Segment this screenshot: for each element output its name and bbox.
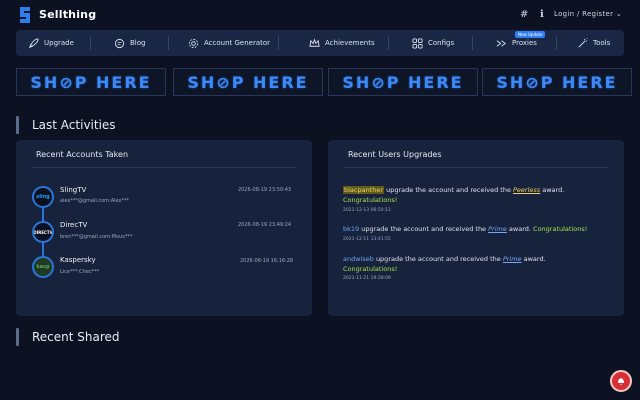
section-title-recent-shared: Recent Shared (32, 330, 120, 344)
slingtv-logo: sling (32, 186, 54, 208)
nav-separator (168, 36, 169, 50)
nav-separator (388, 36, 389, 50)
account-credentials[interactable]: Lice***:Chec*** (60, 269, 99, 275)
section-marker (16, 116, 19, 134)
slingtv-logo-text: sling (36, 194, 50, 200)
shop-here-banner[interactable]: SH⊘P HERE (173, 68, 323, 96)
cog-icon (188, 38, 199, 48)
brand-name[interactable]: Sellthing (39, 8, 96, 21)
account-timestamp: 2026-08-19 23:50:43 (238, 187, 292, 193)
nav-item-label: Configs (428, 39, 455, 47)
kaspersky-logo: kasp (32, 256, 54, 278)
account-name: DirecTV (60, 221, 88, 229)
upgrade-timestamp: 2021-12-13 06:50:13 (343, 208, 391, 213)
upgrade-text: upgrade the account and received the (384, 186, 514, 194)
card-divider (344, 167, 608, 168)
nav-item-upgrade[interactable]: Upgrade (28, 30, 74, 56)
username-link[interactable]: bk19 (343, 225, 359, 233)
username-link[interactable]: blacpanther (343, 186, 385, 194)
nav-separator (472, 36, 473, 50)
top-bar: Sellthing # ℹ Login / Register ⌄ (0, 0, 640, 30)
card-title: Recent Accounts Taken (36, 150, 129, 159)
award-link[interactable]: Peerless (513, 186, 540, 194)
upgrade-text: upgrade the account and received the (373, 255, 503, 263)
new-update-badge: New Update (515, 31, 546, 38)
upgrade-text: upgrade the account and received the (359, 225, 489, 233)
directv-logo: DIRECTV (32, 221, 54, 243)
upgrade-timestamp: 2021-12-11 13:41:55 (343, 237, 391, 242)
proxies-icon (496, 39, 506, 47)
kaspersky-logo-text: kasp (36, 264, 50, 270)
nav-item-label: Achievements (325, 39, 375, 47)
directv-logo-text: DIRECTV (33, 229, 53, 235)
award-suffix: award. (506, 225, 534, 233)
nav-item-account-generator[interactable]: Account Generator (188, 30, 270, 56)
banner-text: SH⊘P HERE (30, 72, 152, 92)
login-register-link[interactable]: Login / Register ⌄ (554, 10, 622, 18)
brand-logo-icon[interactable] (19, 7, 31, 23)
info-icon[interactable]: ℹ (540, 9, 544, 20)
nav-item-label: Upgrade (44, 39, 74, 47)
shop-here-banner[interactable]: SH⊘P HERE (16, 68, 166, 96)
account-name: Kaspersky (60, 256, 96, 264)
bell-icon (618, 378, 624, 385)
upgrade-entry: andwiseb upgrade the account and receive… (343, 254, 613, 274)
shop-here-banner[interactable]: SH⊘P HERE (482, 68, 632, 96)
nav-separator (90, 36, 91, 50)
nav-item-configs[interactable]: Configs (412, 30, 454, 56)
upgrade-entry: bk19 upgrade the account and received th… (343, 224, 613, 234)
username-link[interactable]: andwiseb (343, 255, 374, 263)
nav-separator (278, 36, 279, 50)
account-timestamp: 2026-08-19 23:49:24 (238, 222, 292, 228)
banner-text: SH⊘P HERE (496, 72, 618, 92)
crown-icon (309, 38, 320, 47)
award-suffix: award. (540, 186, 565, 194)
card-title: Recent Users Upgrades (348, 150, 442, 159)
nav-item-label: Proxies (512, 39, 537, 47)
account-credentials[interactable]: bren***@gmail.com:Mous*** (60, 234, 132, 240)
nav-item-label: Account Generator (204, 39, 271, 47)
section-title-last-activities: Last Activities (32, 118, 116, 132)
blog-icon (114, 38, 125, 48)
nav-item-tools[interactable]: Tools (577, 30, 610, 56)
nav-item-blog[interactable]: Blog (114, 30, 145, 56)
banner-text: SH⊘P HERE (342, 72, 464, 92)
nav-item-achievements[interactable]: Achievements (309, 30, 375, 56)
chat-button[interactable] (610, 370, 632, 392)
shop-here-banner[interactable]: SH⊘P HERE (328, 68, 478, 96)
section-marker (16, 328, 19, 346)
banner-row: SH⊘P HERE SH⊘P HERE SH⊘P HERE SH⊘P HERE (16, 68, 632, 98)
card-divider (32, 167, 296, 168)
congrats-text: Congratulations! (533, 225, 588, 233)
upgrade-entry: blacpanther upgrade the account and rece… (343, 185, 613, 205)
nav-item-label: Blog (130, 39, 146, 47)
account-timestamp: 2026-08-19 16:16:28 (240, 258, 294, 264)
award-suffix: award. (521, 255, 546, 263)
upgrade-timestamp: 2021-11-21 19:28:09 (343, 276, 391, 281)
account-name: SlingTV (60, 186, 87, 194)
congrats-text: Congratulations! (343, 196, 398, 204)
rocket-icon (28, 37, 39, 48)
wand-icon (578, 37, 588, 47)
banner-text: SH⊘P HERE (187, 72, 309, 92)
hash-icon[interactable]: # (520, 9, 528, 20)
award-link[interactable]: Prime (503, 255, 522, 263)
nav-item-label: Tools (593, 39, 611, 47)
nav-separator (556, 36, 557, 50)
configs-icon (412, 37, 423, 49)
congrats-text: Congratulations! (343, 265, 398, 273)
account-credentials[interactable]: alex***@gmail.com:Alex*** (60, 198, 129, 204)
award-link[interactable]: Prime (488, 225, 507, 233)
